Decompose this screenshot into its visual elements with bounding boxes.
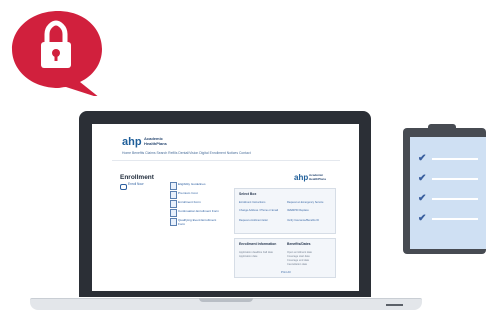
document-icon	[170, 191, 177, 199]
laptop-notch	[199, 298, 253, 302]
site-logo[interactable]: ahp	[122, 136, 142, 148]
document-link[interactable]: Enrollment Form	[170, 200, 230, 208]
lock-speech-bubble-icon	[12, 11, 102, 96]
document-link[interactable]: Premium Cost	[170, 191, 230, 199]
laptop-screen: ahp Academic HealthPlans Home Benefits C…	[92, 124, 359, 291]
document-icon	[170, 200, 177, 208]
checklist-item: ✔	[418, 213, 484, 224]
checkmark-icon: ✔	[418, 153, 427, 164]
site-logo-name: Academic HealthPlans	[144, 136, 167, 146]
laptop-slot	[386, 304, 403, 306]
document-icon	[170, 218, 177, 226]
divider	[112, 160, 340, 161]
enroll-now-link[interactable]: Enroll Now	[128, 182, 143, 186]
panel-link[interactable]: ID/EMPID Replace	[287, 209, 309, 212]
panel-link[interactable]: Enrollment Instructions	[239, 201, 265, 204]
select-box-panel: Select Box Enrollment Instructions Chang…	[234, 188, 336, 234]
panel-link[interactable]: Verify Insurance/Benefits ID	[287, 219, 319, 222]
document-icon	[170, 209, 177, 217]
checklist-item: ✔	[418, 173, 484, 184]
panel-link[interactable]: Request enrollment letter	[239, 219, 268, 222]
site-nav[interactable]: Home Benefits Claims Search Refills Dent…	[122, 151, 251, 155]
document-link[interactable]: Qualifying Event Enrollment Form	[170, 218, 230, 226]
sidebar-logo: ahp	[294, 173, 309, 182]
document-icon	[170, 182, 177, 190]
sidebar-logo-name: Academic HealthPlans	[309, 173, 327, 181]
clipboard-clip	[428, 124, 456, 134]
page-title: Enrollment	[120, 174, 154, 181]
checklist-item: ✔	[418, 193, 484, 204]
document-link[interactable]: Eligibility Guidelines	[170, 182, 230, 190]
document-link[interactable]: Continuation Enrollment Form	[170, 209, 230, 217]
enrollment-info-panel: Enrollment Information Benefits/Dates Ap…	[234, 238, 336, 278]
print-all-button[interactable]: Print All	[281, 270, 290, 274]
panel-link[interactable]: Change Address / Phone or Email	[239, 209, 278, 212]
checkmark-icon: ✔	[418, 213, 427, 224]
checkmark-icon: ✔	[418, 173, 427, 184]
panel-link[interactable]: Request an Emergency Service	[287, 201, 323, 204]
checklist-item: ✔	[418, 153, 484, 164]
link-icon	[120, 184, 127, 190]
checkmark-icon: ✔	[418, 193, 427, 204]
